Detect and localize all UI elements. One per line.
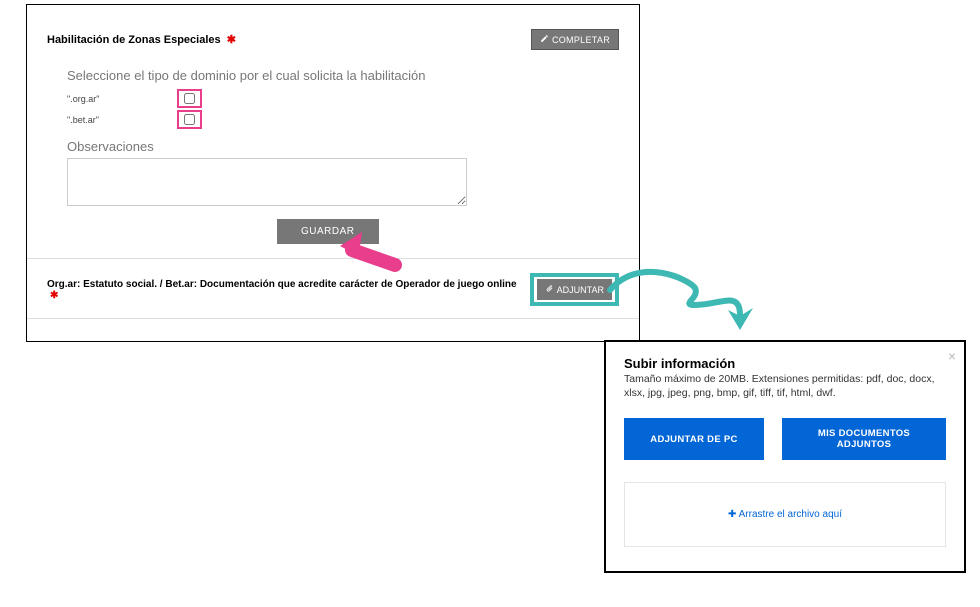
close-icon: × (948, 348, 956, 364)
domain-checkbox-org-ar[interactable] (184, 93, 195, 104)
domain-row-bet-ar: ".bet.ar" (67, 110, 619, 129)
domain-section-title: Seleccione el tipo de dominio por el cua… (67, 68, 619, 83)
modal-subtitle: Tamaño máximo de 20MB. Extensiones permi… (624, 373, 946, 400)
guardar-row: GUARDAR (67, 219, 619, 244)
adjuntar-button[interactable]: ADJUNTAR (537, 279, 612, 300)
divider (27, 258, 639, 259)
modal-title: Subir información (624, 356, 946, 371)
section-title-row: Habilitación de Zonas Especiales ✱ (47, 33, 236, 46)
completar-button[interactable]: COMPLETAR (531, 29, 619, 50)
section-header: Habilitación de Zonas Especiales ✱ COMPL… (47, 29, 619, 50)
observaciones-title: Observaciones (67, 139, 619, 154)
domain-checkbox-bet-ar[interactable] (184, 114, 195, 125)
domain-row-org-ar: ".org.ar" (67, 89, 619, 108)
main-form-card: Habilitación de Zonas Especiales ✱ COMPL… (26, 4, 640, 342)
pencil-icon (540, 34, 549, 45)
attach-icon (545, 284, 554, 295)
domain-label: ".org.ar" (67, 94, 177, 104)
domain-selection-block: Seleccione el tipo de dominio por el cua… (67, 68, 619, 244)
my-attachments-button[interactable]: MIS DOCUMENTOS ADJUNTOS (782, 418, 946, 460)
modal-button-row: ADJUNTAR DE PC MIS DOCUMENTOS ADJUNTOS (624, 418, 946, 460)
adjuntar-label: ADJUNTAR (557, 285, 604, 295)
domain-label: ".bet.ar" (67, 115, 177, 125)
required-star-icon: ✱ (50, 290, 58, 301)
observaciones-textarea[interactable] (67, 158, 467, 206)
guardar-button[interactable]: GUARDAR (277, 219, 379, 244)
attach-from-pc-button[interactable]: ADJUNTAR DE PC (624, 418, 764, 460)
required-star-icon: ✱ (227, 34, 236, 46)
divider (27, 318, 639, 319)
highlight-box-adjuntar: ADJUNTAR (530, 273, 619, 306)
highlight-box-bet-ar (177, 110, 202, 129)
drop-zone-text: Arrastre el archivo aquí (739, 509, 842, 520)
attach-section-label: Org.ar: Estatuto social. / Bet.ar: Docum… (47, 279, 517, 290)
upload-modal: × Subir información Tamaño máximo de 20M… (604, 340, 966, 573)
section-title: Habilitación de Zonas Especiales (47, 34, 221, 46)
attach-section-label-row: Org.ar: Estatuto social. / Bet.ar: Docum… (47, 279, 530, 301)
close-button[interactable]: × (948, 348, 956, 364)
file-drop-zone[interactable]: ✚ Arrastre el archivo aquí (624, 482, 946, 547)
highlight-box-org-ar (177, 89, 202, 108)
plus-icon: ✚ (728, 509, 739, 520)
completar-label: COMPLETAR (552, 35, 610, 45)
attach-section-row: Org.ar: Estatuto social. / Bet.ar: Docum… (47, 273, 619, 306)
